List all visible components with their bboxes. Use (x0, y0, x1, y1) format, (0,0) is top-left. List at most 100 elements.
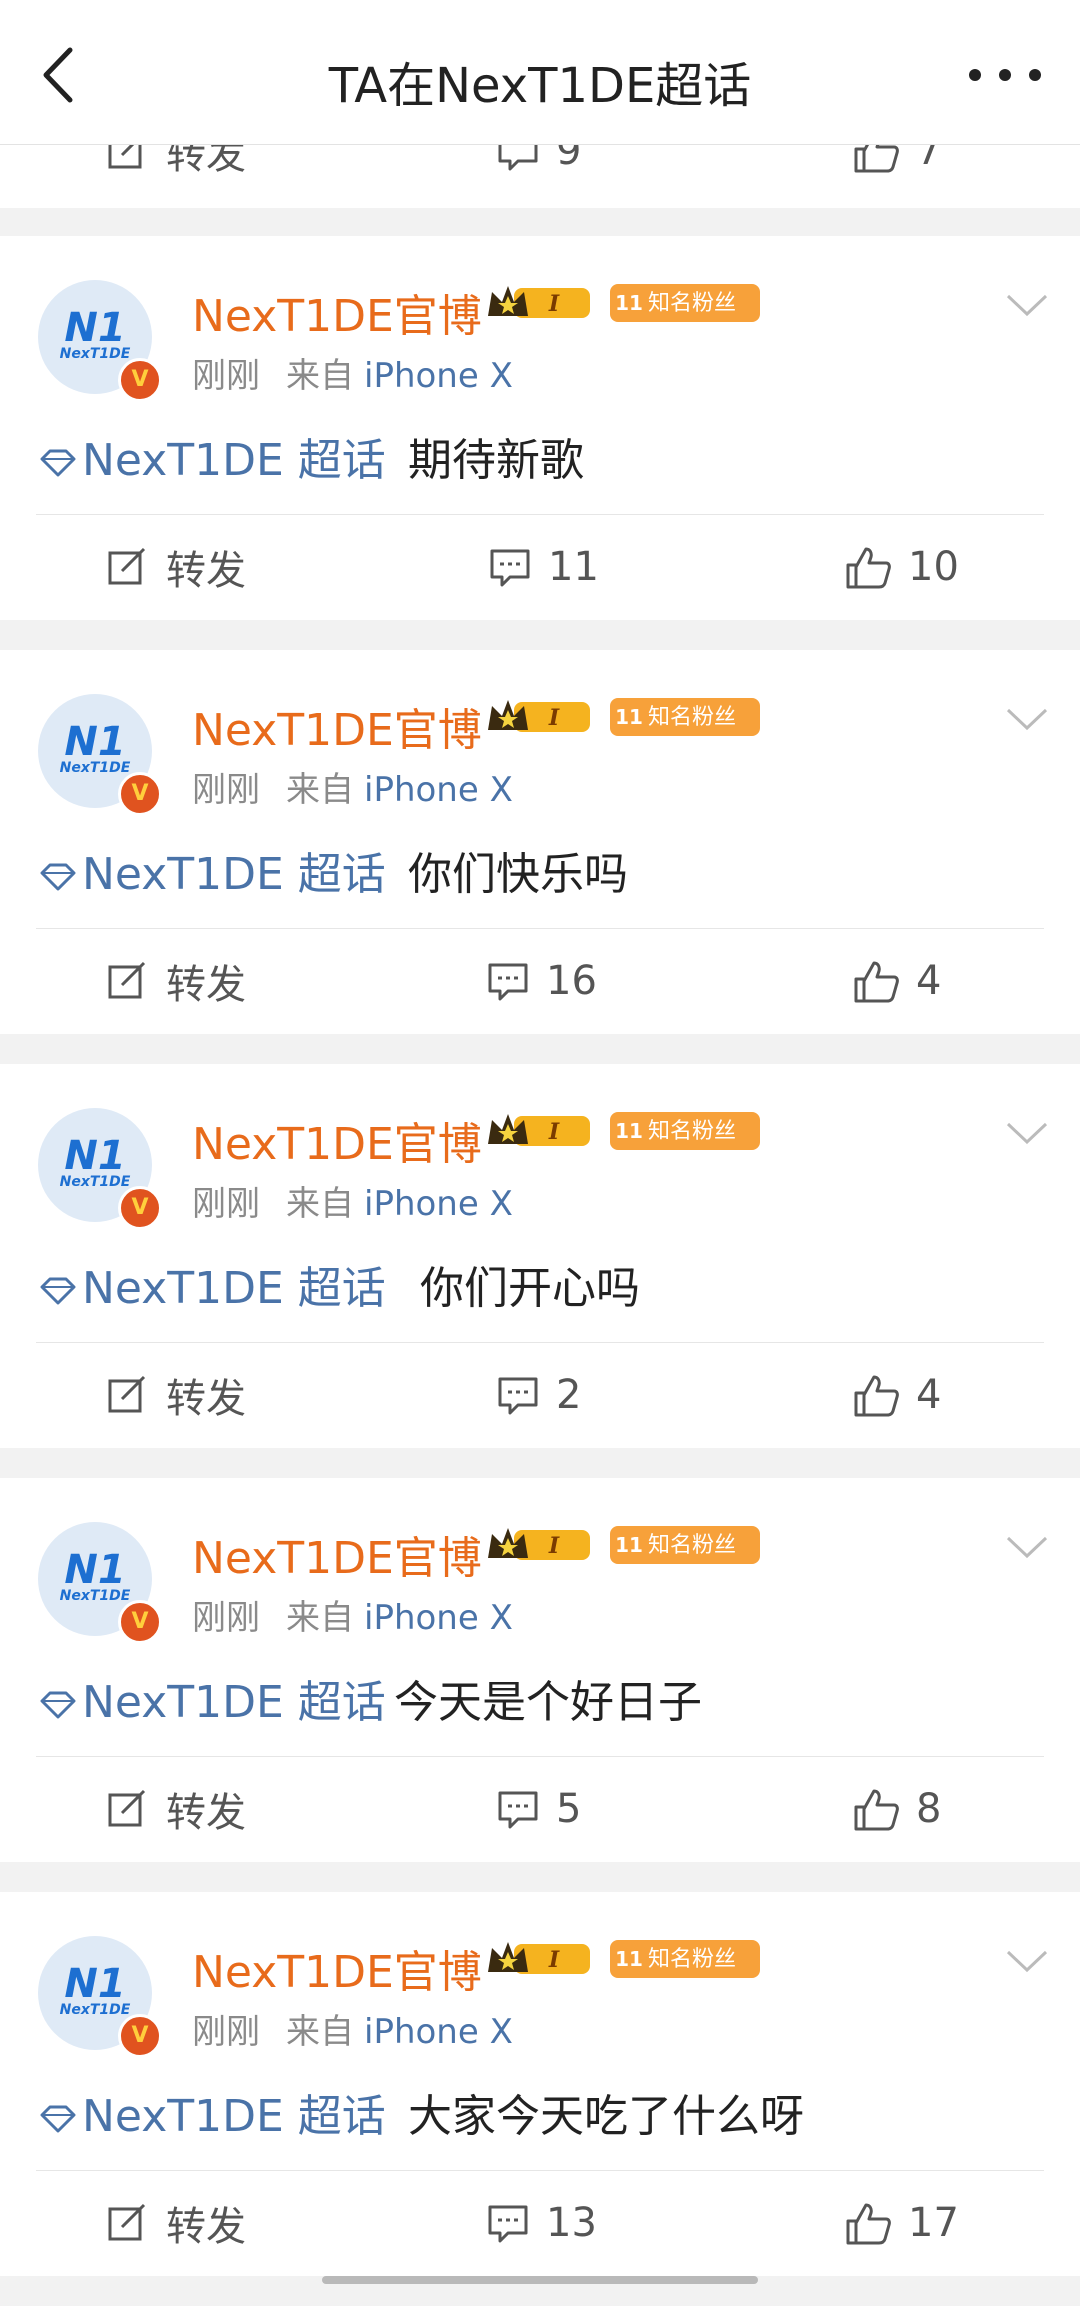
comment-icon (498, 1377, 538, 1415)
like-button[interactable]: 4 (852, 946, 941, 1016)
author-name[interactable]: NexT1DE官博 (192, 280, 482, 344)
comment-button[interactable]: 13 (486, 2188, 597, 2258)
home-indicator[interactable] (322, 2276, 758, 2284)
topic-link[interactable]: NexT1DE 超话 (38, 424, 386, 488)
repost-icon (108, 2203, 146, 2241)
comment-button[interactable]: 5 (496, 1774, 581, 1844)
partial-post-actions: 转发 9 7 (0, 144, 1080, 208)
crown-badge-icon: I (488, 1942, 590, 1974)
verified-badge-icon: V (118, 358, 162, 402)
top-nav-bar: TA在NexT1DE超话 (0, 0, 1080, 145)
like-button[interactable]: 4 (852, 1360, 941, 1430)
divider (36, 2170, 1044, 2171)
source-device[interactable]: iPhone X (364, 770, 513, 810)
avatar-logo: N1 (64, 719, 126, 765)
comment-icon (488, 963, 528, 1001)
comment-button[interactable]: 9 (496, 144, 581, 186)
repost-button[interactable]: 转发 (106, 1774, 246, 1844)
comment-count: 16 (546, 958, 597, 1004)
post-time: 刚刚 (192, 1598, 260, 1638)
verified-badge-icon: V (118, 1600, 162, 1644)
repost-icon (108, 961, 146, 999)
comment-count: 11 (548, 544, 599, 590)
repost-label: 转发 (166, 144, 246, 178)
repost-icon (108, 144, 142, 169)
avatar-logo: N1 (64, 1547, 126, 1593)
topic-link[interactable]: NexT1DE 超话 (38, 1666, 386, 1730)
like-button[interactable]: 7 (852, 144, 941, 186)
crown-badge-icon: I (488, 286, 590, 318)
post-card[interactable]: N1 NexT1DE V NexT1DE官博 I 11 知名粉丝 刚刚 来自 iPho… (0, 236, 1080, 620)
comment-button[interactable]: 16 (486, 946, 597, 1016)
avatar[interactable]: N1 NexT1DE V (38, 694, 162, 816)
like-button[interactable]: 8 (852, 1774, 941, 1844)
like-count: 10 (908, 544, 959, 590)
repost-button[interactable]: 转发 (106, 532, 246, 602)
avatar[interactable]: N1 NexT1DE V (38, 1936, 162, 2058)
source-label: 来自 (286, 1184, 354, 1224)
divider (36, 1756, 1044, 1757)
repost-button[interactable]: 转发 (106, 144, 246, 186)
post-card[interactable]: N1 NexT1DE V NexT1DE官博 I 11 知名粉丝 刚刚 来自 iPho… (0, 1892, 1080, 2276)
fan-badge-label: 知名粉丝 (648, 705, 737, 730)
post-actions: 转发 11 10 (0, 532, 1080, 602)
more-button[interactable] (960, 50, 1050, 100)
comment-icon (498, 144, 538, 171)
like-count: 8 (916, 1786, 942, 1832)
post-actions: 转发 2 4 (0, 1360, 1080, 1430)
chevron-down-icon[interactable] (1004, 290, 1050, 320)
post-actions: 转发 5 8 (0, 1774, 1080, 1844)
chevron-down-icon[interactable] (1004, 704, 1050, 734)
post-meta: 刚刚 来自 iPhone X (192, 1176, 513, 1225)
topic-link[interactable]: NexT1DE 超话 (38, 838, 386, 902)
fan-level: 11 (615, 1119, 643, 1143)
verified-badge-icon: V (118, 1186, 162, 1230)
author-name[interactable]: NexT1DE官博 (192, 694, 482, 758)
topic-label: NexT1DE 超话 (82, 2091, 386, 2142)
diamond-icon (40, 2105, 76, 2133)
chevron-down-icon[interactable] (1004, 1118, 1050, 1148)
source-device[interactable]: iPhone X (364, 2012, 513, 2052)
repost-label: 转发 (166, 2204, 246, 2250)
author-name[interactable]: NexT1DE官博 (192, 1108, 482, 1172)
fan-badge: 11 知名粉丝 (610, 1112, 760, 1150)
avatar[interactable]: N1 NexT1DE V (38, 1108, 162, 1230)
chevron-down-icon[interactable] (1004, 1946, 1050, 1976)
page-title: TA在NexT1DE超话 (328, 58, 752, 114)
comment-button[interactable]: 11 (488, 532, 599, 602)
repost-button[interactable]: 转发 (106, 1360, 246, 1430)
post-text: 你们开心吗 (420, 1263, 640, 1314)
topic-label: NexT1DE 超话 (82, 849, 386, 900)
topic-link[interactable]: NexT1DE 超话 (38, 2080, 386, 2144)
post-time: 刚刚 (192, 356, 260, 396)
thumbs-up-icon (846, 547, 891, 589)
author-name[interactable]: NexT1DE官博 (192, 1936, 482, 2000)
comment-button[interactable]: 2 (496, 1360, 581, 1430)
thumbs-up-icon (846, 2203, 891, 2245)
divider (36, 514, 1044, 515)
fan-badge: 11 知名粉丝 (610, 1940, 760, 1978)
like-button[interactable]: 17 (844, 2188, 959, 2258)
chevron-down-icon[interactable] (1004, 1532, 1050, 1562)
repost-button[interactable]: 转发 (106, 946, 246, 1016)
source-device[interactable]: iPhone X (364, 1184, 513, 1224)
post-card[interactable]: N1 NexT1DE V NexT1DE官博 I 11 知名粉丝 刚刚 来自 iPho… (0, 650, 1080, 1034)
repost-button[interactable]: 转发 (106, 2188, 246, 2258)
fan-badge-label: 知名粉丝 (648, 1947, 737, 1972)
crown-badge-icon: I (488, 1114, 590, 1146)
fan-level: 11 (615, 705, 643, 729)
avatar-logo: N1 (64, 305, 126, 351)
avatar[interactable]: N1 NexT1DE V (38, 1522, 162, 1644)
post-card[interactable]: N1 NexT1DE V NexT1DE官博 I 11 知名粉丝 刚刚 来自 iPho… (0, 1064, 1080, 1448)
source-label: 来自 (286, 770, 354, 810)
verified-badge-icon: V (118, 2014, 162, 2058)
avatar[interactable]: N1 NexT1DE V (38, 280, 162, 402)
author-name[interactable]: NexT1DE官博 (192, 1522, 482, 1586)
source-device[interactable]: iPhone X (364, 356, 513, 396)
like-button[interactable]: 10 (844, 532, 959, 602)
post-text: 期待新歌 (408, 435, 584, 486)
post-card[interactable]: N1 NexT1DE V NexT1DE官博 I 11 知名粉丝 刚刚 来自 iPho… (0, 1478, 1080, 1862)
repost-icon (108, 1789, 146, 1827)
topic-link[interactable]: NexT1DE 超话 (38, 1252, 386, 1316)
source-device[interactable]: iPhone X (364, 1598, 513, 1638)
